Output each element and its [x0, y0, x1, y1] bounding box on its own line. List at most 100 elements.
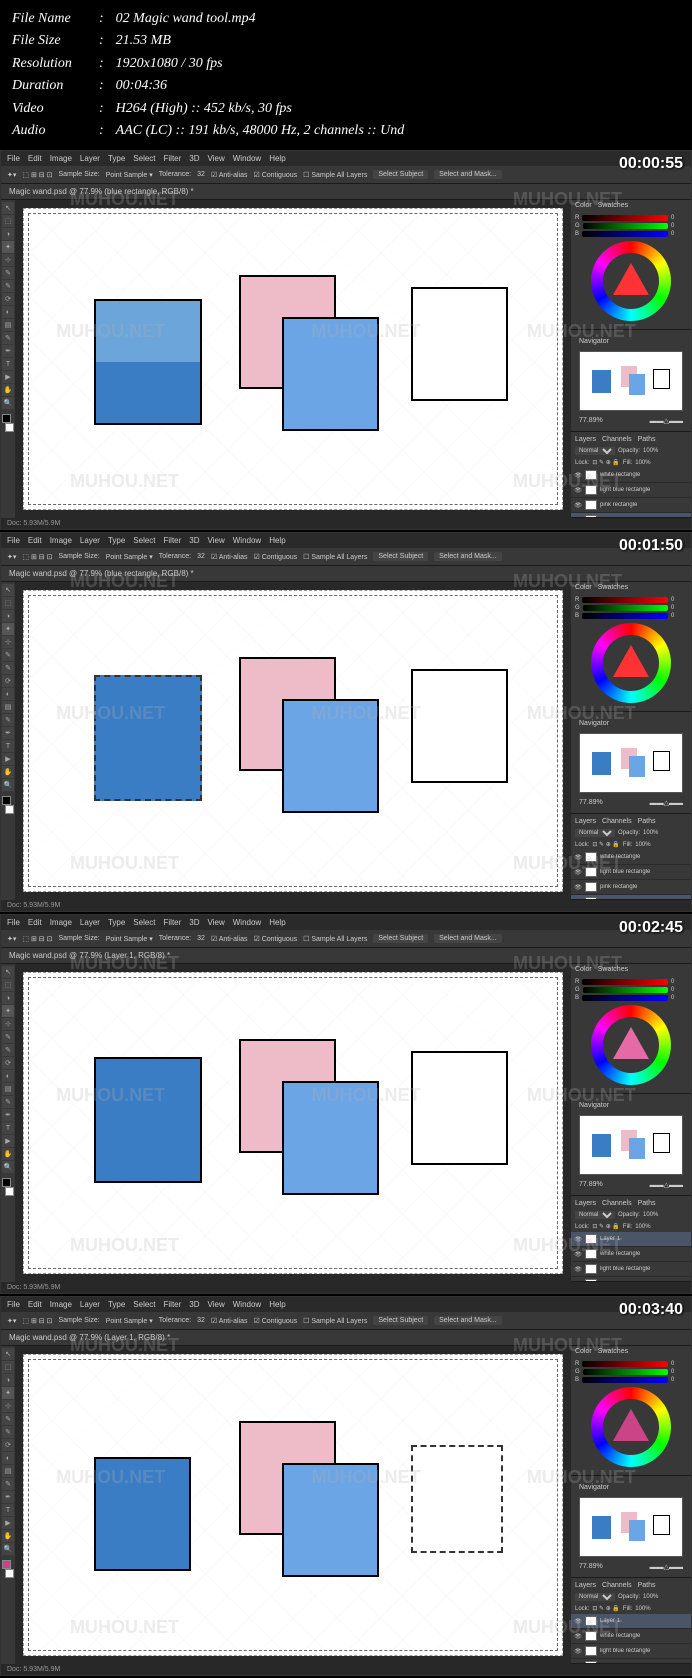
- blend-mode-select[interactable]: Normal: [575, 829, 615, 837]
- layer-thumbnail[interactable]: [585, 897, 597, 899]
- tool-12[interactable]: T: [2, 740, 14, 752]
- menu-filter[interactable]: Filter: [164, 1300, 182, 1309]
- tool-11[interactable]: ✒: [2, 1491, 14, 1503]
- menu-layer[interactable]: Layer: [80, 536, 100, 545]
- zoom-value[interactable]: 77.89%: [579, 417, 603, 425]
- zoom-slider-icon[interactable]: ▬▬△▬▬: [650, 1563, 683, 1571]
- zoom-slider-icon[interactable]: ▬▬△▬▬: [650, 1181, 683, 1189]
- color-wheel[interactable]: [591, 1005, 671, 1085]
- layer-item[interactable]: 👁 white rectangle: [571, 468, 691, 483]
- tool-8[interactable]: ◐: [2, 1070, 14, 1082]
- menu-select[interactable]: Select: [133, 536, 155, 545]
- sample-size-value[interactable]: Point Sample ▾: [106, 171, 153, 179]
- tool-2[interactable]: ◑: [2, 992, 14, 1004]
- canvas[interactable]: [23, 972, 563, 1274]
- layer-thumbnail[interactable]: [585, 1631, 597, 1641]
- tool-9[interactable]: ▤: [2, 319, 14, 331]
- select-subject-button[interactable]: Select Subject: [373, 170, 428, 179]
- tool-10[interactable]: ✎: [2, 1478, 14, 1490]
- tool-0[interactable]: ↖: [2, 202, 14, 214]
- layer-visibility-icon[interactable]: 👁: [574, 898, 582, 899]
- menu-help[interactable]: Help: [269, 154, 285, 163]
- menu-edit[interactable]: Edit: [28, 1300, 42, 1309]
- tool-4[interactable]: ⊹: [2, 636, 14, 648]
- shape-2[interactable]: [282, 1463, 379, 1577]
- foreground-background-colors[interactable]: [2, 796, 14, 814]
- layer-visibility-icon[interactable]: 👁: [574, 471, 582, 479]
- layer-thumbnail[interactable]: [585, 515, 597, 517]
- menu-file[interactable]: File: [7, 1300, 20, 1309]
- zoom-value[interactable]: 77.89%: [579, 1181, 603, 1189]
- layer-thumbnail[interactable]: [585, 1616, 597, 1626]
- layer-thumbnail[interactable]: [585, 1646, 597, 1656]
- opacity-value[interactable]: 100%: [643, 448, 658, 454]
- zoom-slider-icon[interactable]: ▬▬△▬▬: [650, 799, 683, 807]
- swatches-tab[interactable]: Swatches: [598, 202, 628, 209]
- menu-edit[interactable]: Edit: [28, 154, 42, 163]
- tool-7[interactable]: ⟳: [2, 1057, 14, 1069]
- color-wheel[interactable]: [591, 1387, 671, 1467]
- blend-mode-select[interactable]: Normal: [575, 1211, 615, 1219]
- tool-7[interactable]: ⟳: [2, 675, 14, 687]
- menu-image[interactable]: Image: [50, 154, 72, 163]
- layer-visibility-icon[interactable]: 👁: [574, 1265, 582, 1273]
- tool-1[interactable]: ⬚: [2, 979, 14, 991]
- menu-layer[interactable]: Layer: [80, 154, 100, 163]
- navigator-preview[interactable]: [579, 1497, 683, 1557]
- tool-5[interactable]: ✎: [2, 1031, 14, 1043]
- layer-item[interactable]: 👁 Layer 1: [571, 1614, 691, 1629]
- layer-name[interactable]: light blue rectangle: [600, 487, 688, 493]
- menu-file[interactable]: File: [7, 918, 20, 927]
- shape-2[interactable]: [282, 1081, 379, 1195]
- tool-8[interactable]: ◐: [2, 1452, 14, 1464]
- shape-3[interactable]: [411, 287, 508, 401]
- tool-3[interactable]: ✦: [2, 241, 14, 253]
- foreground-background-colors[interactable]: [2, 414, 14, 432]
- menu-layer[interactable]: Layer: [80, 918, 100, 927]
- paths-tab[interactable]: Paths: [638, 1582, 656, 1589]
- canvas[interactable]: [23, 1354, 563, 1656]
- tool-2[interactable]: ◑: [2, 1374, 14, 1386]
- layer-visibility-icon[interactable]: 👁: [574, 1647, 582, 1655]
- r-slider[interactable]: [582, 597, 668, 603]
- menu-window[interactable]: Window: [233, 154, 261, 163]
- menu-select[interactable]: Select: [133, 154, 155, 163]
- layer-visibility-icon[interactable]: 👁: [574, 1250, 582, 1258]
- tool-preset-icon[interactable]: ✦▾: [7, 935, 16, 943]
- zoom-value[interactable]: 77.89%: [579, 799, 603, 807]
- layers-tab[interactable]: Layers: [575, 1200, 596, 1207]
- navigator-tab[interactable]: Navigator: [579, 1102, 609, 1109]
- contiguous-checkbox[interactable]: ☑ Contiguous: [254, 553, 298, 561]
- menu-window[interactable]: Window: [233, 918, 261, 927]
- channels-tab[interactable]: Channels: [602, 1582, 632, 1589]
- document-tab[interactable]: Magic wand.psd @ 77.9% (Layer 1, RGB/8) …: [1, 1330, 691, 1346]
- layer-thumbnail[interactable]: [585, 1264, 597, 1274]
- navigator-preview[interactable]: [579, 1115, 683, 1175]
- tool-1[interactable]: ⬚: [2, 215, 14, 227]
- tool-0[interactable]: ↖: [2, 966, 14, 978]
- paths-tab[interactable]: Paths: [638, 1200, 656, 1207]
- shape-0[interactable]: [94, 1457, 191, 1571]
- tool-0[interactable]: ↖: [2, 1348, 14, 1360]
- layer-item[interactable]: 👁 blue rectangle: [571, 895, 691, 899]
- select-mask-button[interactable]: Select and Mask...: [434, 552, 502, 561]
- anti-alias-checkbox[interactable]: ☑ Anti-alias: [211, 171, 248, 179]
- shape-0[interactable]: [94, 675, 202, 801]
- tool-14[interactable]: ✋: [2, 1148, 14, 1160]
- layer-name[interactable]: light blue rectangle: [600, 869, 688, 875]
- layer-thumbnail[interactable]: [585, 1279, 597, 1281]
- r-slider[interactable]: [582, 979, 668, 985]
- foreground-background-colors[interactable]: [2, 1560, 14, 1578]
- tool-5[interactable]: ✎: [2, 649, 14, 661]
- g-slider[interactable]: [583, 605, 668, 611]
- select-mask-button[interactable]: Select and Mask...: [434, 170, 502, 179]
- menu-view[interactable]: View: [208, 918, 225, 927]
- menu-help[interactable]: Help: [269, 918, 285, 927]
- tool-11[interactable]: ✒: [2, 727, 14, 739]
- layer-thumbnail[interactable]: [585, 1234, 597, 1244]
- tool-10[interactable]: ✎: [2, 714, 14, 726]
- tool-9[interactable]: ▤: [2, 1465, 14, 1477]
- tolerance-value[interactable]: 32: [197, 935, 205, 942]
- layer-item[interactable]: 👁 light blue rectangle: [571, 1262, 691, 1277]
- b-slider[interactable]: [582, 231, 668, 237]
